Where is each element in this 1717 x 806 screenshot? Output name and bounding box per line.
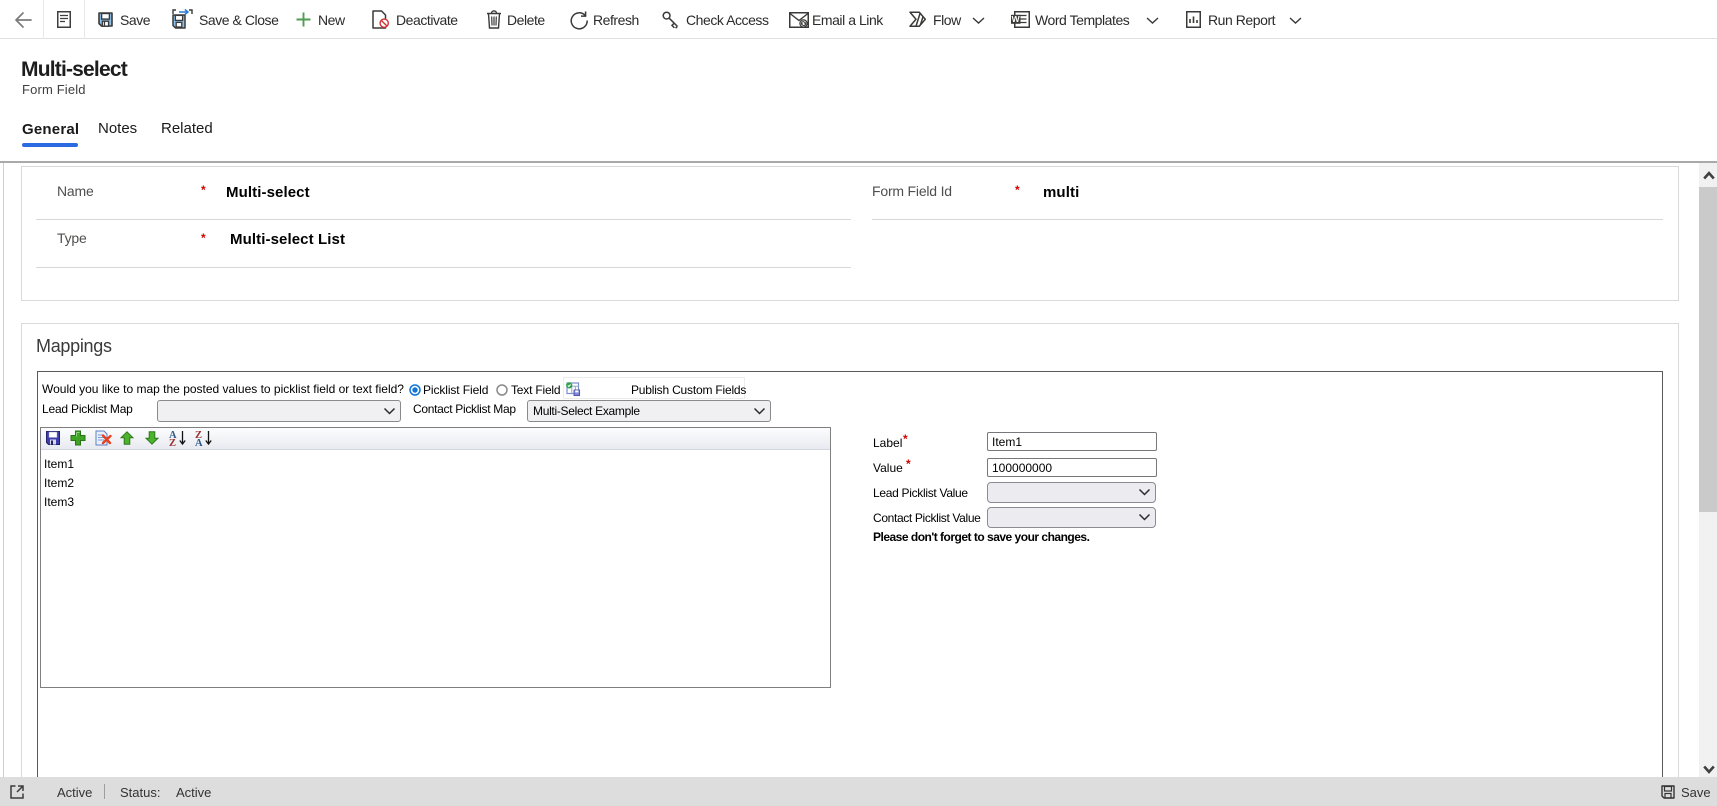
- svg-text:W: W: [1012, 14, 1021, 24]
